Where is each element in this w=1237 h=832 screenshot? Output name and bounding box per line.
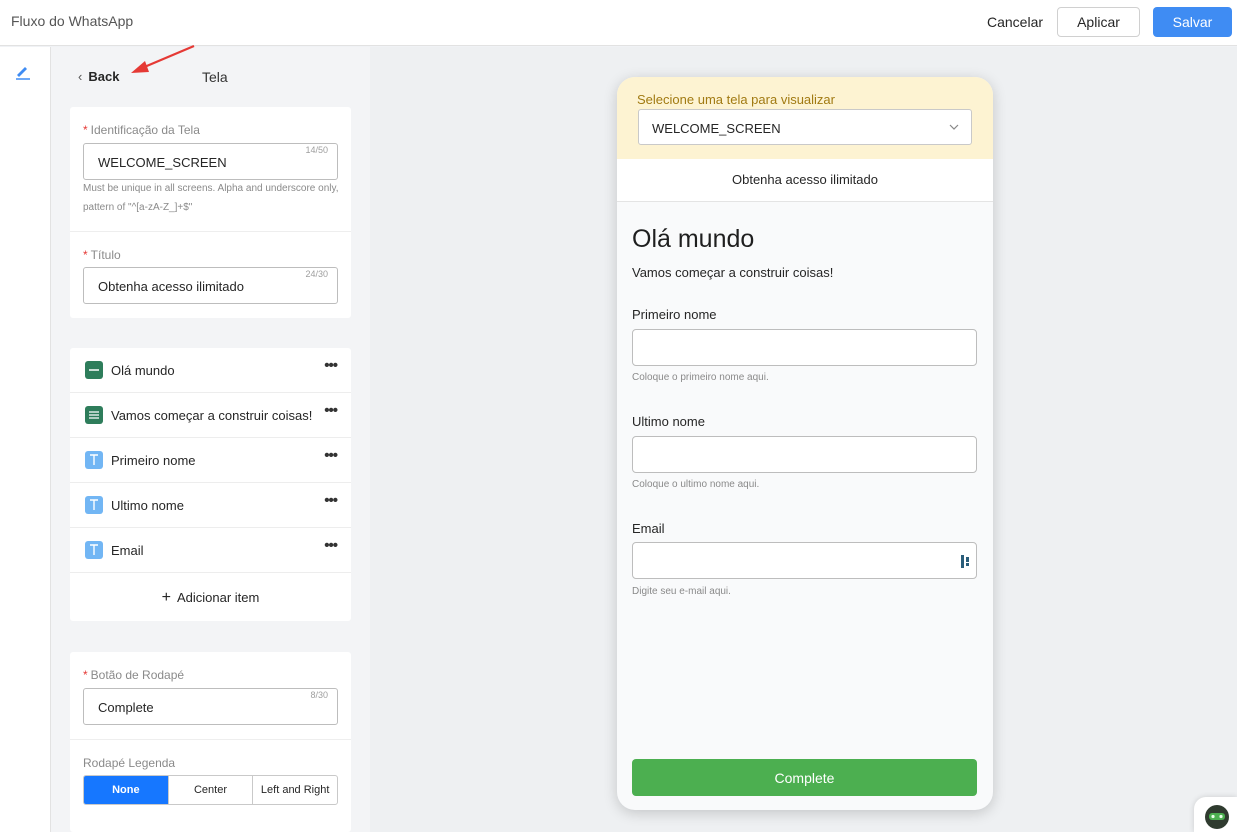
more-icon[interactable]: ••• [324, 402, 338, 419]
title-label: * Título [83, 248, 121, 262]
extension-icon [961, 555, 969, 568]
phone-preview: Selecione uma tela para visualizar WELCO… [617, 77, 993, 810]
panel-title: Tela [202, 69, 228, 85]
email-label: Email [632, 521, 665, 536]
last-name-input[interactable] [632, 436, 977, 473]
first-name-label: Primeiro nome [632, 307, 717, 322]
divider [70, 231, 351, 232]
caption-option-left-right[interactable]: Left and Right [253, 776, 337, 804]
chevron-left-icon: ‹ [78, 69, 83, 84]
preview-body-text: Vamos começar a construir coisas! [632, 265, 834, 280]
apply-button[interactable]: Aplicar [1057, 7, 1140, 37]
email-input[interactable] [632, 542, 977, 579]
chevron-down-icon [949, 124, 959, 130]
more-icon[interactable]: ••• [324, 492, 338, 509]
title-input[interactable]: Obtenha acesso ilimitado 24/30 [83, 267, 338, 304]
more-icon[interactable]: ••• [324, 447, 338, 464]
body-text-icon [85, 406, 103, 424]
list-item[interactable]: Email ••• [70, 528, 351, 573]
pencil-icon[interactable] [14, 62, 32, 80]
footer-settings-card: * Botão de Rodapé Complete 8/30 Rodapé Le… [70, 652, 351, 832]
footer-caption-segmented: None Center Left and Right [83, 775, 338, 805]
plus-icon: + [161, 589, 171, 606]
text-input-icon [85, 451, 103, 469]
top-bar: Fluxo do WhatsApp Cancelar Aplicar Salva… [0, 0, 1237, 46]
footer-button-counter: 8/30 [310, 690, 328, 700]
text-input-icon [85, 496, 103, 514]
screen-select[interactable]: WELCOME_SCREEN [638, 109, 972, 145]
complete-button[interactable]: Complete [632, 759, 977, 796]
preview-heading: Olá mundo [632, 225, 755, 253]
save-button[interactable]: Salvar [1153, 7, 1232, 37]
list-item[interactable]: Ultimo nome ••• [70, 483, 351, 528]
title-counter: 24/30 [305, 269, 328, 279]
more-icon[interactable]: ••• [324, 537, 338, 554]
screen-settings-card: * Identificação da Tela WELCOME_SCREEN 14… [70, 107, 351, 318]
last-name-help: Coloque o ultimo nome aqui. [632, 479, 760, 490]
first-name-input[interactable] [632, 329, 977, 366]
screen-id-label: * Identificação da Tela [83, 123, 200, 137]
app-title: Fluxo do WhatsApp [11, 13, 134, 29]
list-item[interactable]: Olá mundo ••• [70, 348, 351, 393]
cancel-button[interactable]: Cancelar [980, 7, 1050, 37]
screen-title: Obtenha acesso ilimitado [617, 159, 993, 202]
screen-id-counter: 14/50 [305, 145, 328, 155]
footer-button-input[interactable]: Complete 8/30 [83, 688, 338, 725]
assistant-avatar[interactable] [1194, 797, 1237, 832]
robot-icon [1205, 805, 1229, 829]
divider [70, 739, 351, 740]
footer-button-label: * Botão de Rodapé [83, 668, 185, 682]
items-card: Olá mundo ••• Vamos começar a construir … [70, 348, 351, 621]
screen-id-help: Must be unique in all screens. Alpha and… [83, 183, 339, 213]
back-link[interactable]: ‹ Back [78, 69, 119, 84]
add-item-button[interactable]: + Adicionar item [70, 575, 351, 621]
list-item[interactable]: Primeiro nome ••• [70, 438, 351, 483]
screen-select-area: Selecione uma tela para visualizar WELCO… [617, 77, 993, 159]
email-help: Digite seu e-mail aqui. [632, 586, 731, 597]
screen-select-label: Selecione uma tela para visualizar [637, 92, 835, 107]
caption-option-center[interactable]: Center [169, 776, 254, 804]
caption-option-none[interactable]: None [84, 776, 169, 804]
left-rail [0, 47, 51, 832]
more-icon[interactable]: ••• [324, 357, 338, 374]
footer-caption-label: Rodapé Legenda [83, 756, 176, 770]
annotation-arrow-icon [131, 44, 195, 73]
back-label: Back [88, 69, 120, 84]
heading-icon [85, 361, 103, 379]
screen-id-input[interactable]: WELCOME_SCREEN 14/50 [83, 143, 338, 180]
list-item[interactable]: Vamos começar a construir coisas! ••• [70, 393, 351, 438]
text-input-icon [85, 541, 103, 559]
last-name-label: Ultimo nome [632, 414, 705, 429]
first-name-help: Coloque o primeiro nome aqui. [632, 372, 769, 383]
